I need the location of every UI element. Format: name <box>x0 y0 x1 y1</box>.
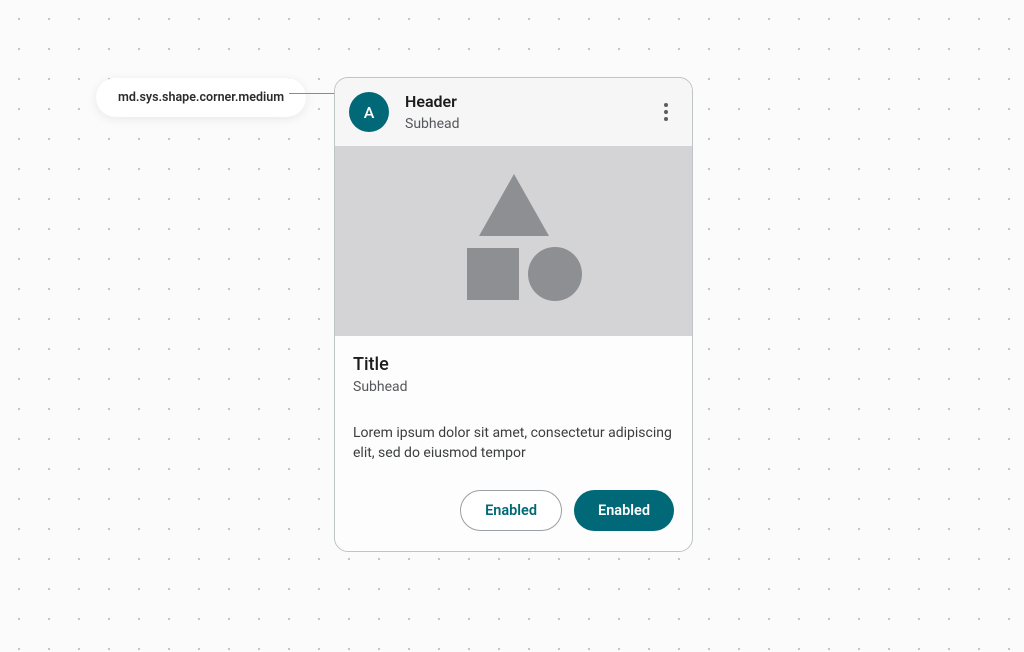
avatar: A <box>349 92 389 132</box>
more-vert-icon[interactable] <box>654 100 678 124</box>
outlined-button[interactable]: Enabled <box>460 490 562 531</box>
shapes-placeholder-icon <box>429 166 599 316</box>
card-header-subhead: Subhead <box>405 116 654 132</box>
design-token-label: md.sys.shape.corner.medium <box>96 78 306 117</box>
material-card: A Header Subhead Title Subhead Lorem ips… <box>334 77 693 552</box>
card-header-text: Header Subhead <box>405 92 654 131</box>
card-body: Title Subhead Lorem ipsum dolor sit amet… <box>335 336 692 484</box>
card-header-title: Header <box>405 92 654 111</box>
card-supporting-text: Lorem ipsum dolor sit amet, consectetur … <box>353 423 674 464</box>
filled-button[interactable]: Enabled <box>574 490 674 531</box>
card-body-title: Title <box>353 354 674 375</box>
card-body-subhead: Subhead <box>353 379 674 395</box>
card-header: A Header Subhead <box>335 78 692 146</box>
card-media-placeholder <box>335 146 692 336</box>
card-actions: Enabled Enabled <box>335 484 692 551</box>
leader-line <box>289 93 335 94</box>
